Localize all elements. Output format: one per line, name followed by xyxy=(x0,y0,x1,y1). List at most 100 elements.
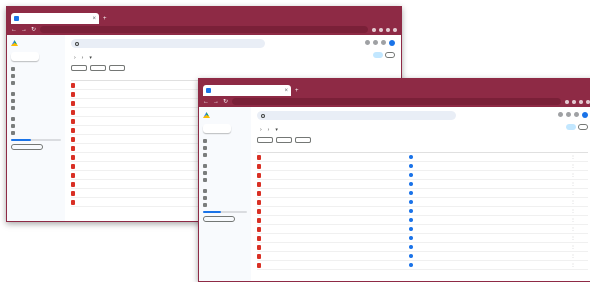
forward-arrow-icon[interactable]: → xyxy=(213,99,219,105)
more-vert-icon[interactable]: ⋮ xyxy=(555,209,575,213)
browser-window-front[interactable]: × + ← → ↻ › › ▾ ⋮ ⋮ ⋮ ⋮ ⋮ ⋮ ⋮ ⋮ ⋮ ⋮ ⋮ ⋮ … xyxy=(198,78,590,282)
settings-icon[interactable] xyxy=(566,112,571,117)
reload-icon[interactable]: ↻ xyxy=(223,99,228,105)
file-row[interactable]: ⋮ xyxy=(257,216,588,225)
filter-chip[interactable] xyxy=(90,65,106,71)
sidebar-item[interactable] xyxy=(11,66,61,72)
sidebar-item[interactable] xyxy=(11,123,61,129)
info-button[interactable] xyxy=(385,52,395,58)
apps-icon[interactable] xyxy=(574,112,579,117)
list-view-button[interactable] xyxy=(373,52,383,58)
sidebar-item[interactable] xyxy=(11,80,61,86)
more-vert-icon[interactable]: ⋮ xyxy=(555,173,575,177)
filter-chip[interactable] xyxy=(276,137,292,143)
search-input[interactable] xyxy=(257,111,456,120)
browser-tab[interactable]: × xyxy=(11,13,99,24)
file-row[interactable]: ⋮ xyxy=(257,207,588,216)
extension-icon[interactable] xyxy=(386,27,390,32)
chevron-down-icon[interactable]: ▾ xyxy=(275,127,278,133)
more-vert-icon[interactable]: ⋮ xyxy=(555,245,575,249)
filter-chip[interactable] xyxy=(109,65,125,71)
buy-storage-button[interactable] xyxy=(203,216,235,222)
file-row[interactable]: ⋮ xyxy=(257,162,588,171)
sidebar-item[interactable] xyxy=(11,91,61,97)
more-vert-icon[interactable]: ⋮ xyxy=(555,200,575,204)
profile-icon[interactable] xyxy=(586,99,590,104)
extension-icon[interactable] xyxy=(572,99,576,104)
tab-close-icon[interactable]: × xyxy=(284,88,288,94)
search-input[interactable] xyxy=(71,39,266,48)
sidebar-item[interactable] xyxy=(203,195,247,201)
file-row[interactable]: ⋮ xyxy=(257,171,588,180)
more-vert-icon[interactable]: ⋮ xyxy=(555,164,575,168)
app-logo[interactable] xyxy=(11,40,61,46)
info-button[interactable] xyxy=(578,124,588,130)
sidebar-item[interactable] xyxy=(11,105,61,111)
extension-icon[interactable] xyxy=(379,27,383,32)
file-row[interactable]: ⋮ xyxy=(257,234,588,243)
apps-icon[interactable] xyxy=(381,40,386,45)
more-vert-icon[interactable]: ⋮ xyxy=(555,182,575,186)
list-view-button[interactable] xyxy=(566,124,576,130)
new-button[interactable] xyxy=(11,52,39,61)
file-row[interactable]: ⋮ xyxy=(257,189,588,198)
view-toggle xyxy=(566,124,588,130)
help-icon[interactable] xyxy=(558,112,563,117)
help-icon[interactable] xyxy=(365,40,370,45)
extension-icon[interactable] xyxy=(565,99,569,104)
file-row[interactable]: ⋮ xyxy=(257,261,588,270)
new-tab-icon[interactable]: + xyxy=(103,16,107,22)
file-row[interactable]: ⋮ xyxy=(257,243,588,252)
account-avatar[interactable] xyxy=(389,40,395,46)
forward-arrow-icon[interactable]: → xyxy=(21,27,27,33)
file-row[interactable]: ⋮ xyxy=(257,252,588,261)
sidebar-item[interactable] xyxy=(203,177,247,183)
more-vert-icon[interactable]: ⋮ xyxy=(555,263,575,267)
new-tab-icon[interactable]: + xyxy=(295,88,299,94)
account-avatar[interactable] xyxy=(582,112,588,118)
sidebar-item[interactable] xyxy=(11,73,61,79)
more-vert-icon[interactable]: ⋮ xyxy=(555,218,575,222)
file-row[interactable]: ⋮ xyxy=(257,180,588,189)
more-vert-icon[interactable]: ⋮ xyxy=(555,191,575,195)
file-row[interactable]: ⋮ xyxy=(257,198,588,207)
extension-icon[interactable] xyxy=(372,27,376,32)
new-button[interactable] xyxy=(203,124,231,133)
sidebar-item[interactable] xyxy=(203,145,247,151)
omnibox[interactable] xyxy=(232,98,561,105)
tab-close-icon[interactable]: × xyxy=(92,16,96,22)
chevron-down-icon[interactable]: ▾ xyxy=(89,55,92,61)
back-arrow-icon[interactable]: ← xyxy=(11,27,17,33)
file-row[interactable]: ⋮ xyxy=(257,225,588,234)
settings-icon[interactable] xyxy=(373,40,378,45)
extension-icon[interactable] xyxy=(579,99,583,104)
browser-tab[interactable]: × xyxy=(203,85,291,96)
filter-chip[interactable] xyxy=(71,65,87,71)
pdf-doc-icon xyxy=(71,199,75,205)
sidebar-item[interactable] xyxy=(203,152,247,158)
sidebar-item[interactable] xyxy=(203,138,247,144)
app-logo[interactable] xyxy=(203,112,247,118)
pdf-doc-icon xyxy=(257,244,261,250)
buy-storage-button[interactable] xyxy=(11,144,43,150)
file-row[interactable]: ⋮ xyxy=(257,153,588,162)
more-vert-icon[interactable]: ⋮ xyxy=(555,155,575,159)
back-arrow-icon[interactable]: ← xyxy=(203,99,209,105)
storage-fill xyxy=(11,139,31,141)
sidebar-item[interactable] xyxy=(11,98,61,104)
sidebar-item[interactable] xyxy=(203,202,247,208)
filter-chip[interactable] xyxy=(257,137,273,143)
sidebar-item[interactable] xyxy=(203,188,247,194)
more-vert-icon[interactable]: ⋮ xyxy=(555,254,575,258)
more-vert-icon[interactable]: ⋮ xyxy=(555,236,575,240)
profile-icon[interactable] xyxy=(393,27,397,32)
sidebar-item[interactable] xyxy=(11,130,61,136)
more-vert-icon[interactable]: ⋮ xyxy=(555,227,575,231)
sidebar-item[interactable] xyxy=(203,163,247,169)
filter-chip[interactable] xyxy=(295,137,311,143)
omnibox[interactable] xyxy=(40,26,368,33)
reload-icon[interactable]: ↻ xyxy=(31,27,36,33)
browser-tab-strip: × + xyxy=(199,79,590,96)
sidebar-item[interactable] xyxy=(11,116,61,122)
sidebar-item[interactable] xyxy=(203,170,247,176)
